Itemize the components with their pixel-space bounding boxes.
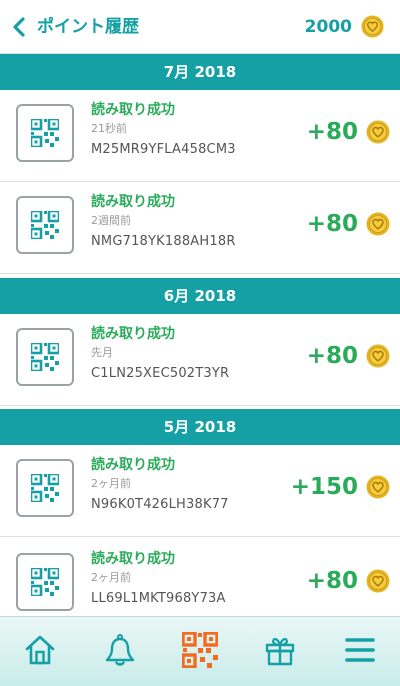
qr-code-thumbnail <box>16 553 74 611</box>
entry-title: 読み取り成功 <box>91 551 175 567</box>
qr-code-icon <box>31 343 59 371</box>
back-button[interactable] <box>10 16 28 38</box>
entry-points: +80 <box>306 343 358 369</box>
entry-code: LL69L1MKT968Y73A <box>91 591 226 606</box>
qr-code-icon <box>31 474 59 502</box>
entry-code: C1LN25XEC502T3YR <box>91 366 230 381</box>
entry-points: +80 <box>306 211 358 237</box>
gift-icon <box>265 637 295 666</box>
entry-code: NMG718YK188AH18R <box>91 234 236 249</box>
nav-menu[interactable] <box>320 617 400 686</box>
menu-icon <box>345 638 375 662</box>
qr-code-thumbnail <box>16 328 74 386</box>
coin-icon <box>366 344 390 368</box>
entry-code: M25MR9YFLA458CM3 <box>91 142 236 157</box>
history-item[interactable]: 読み取り成功 2ヶ月前 N96K0T426LH38K77 +150 <box>0 445 400 537</box>
history-item[interactable]: 読み取り成功 2週間前 NMG718YK188AH18R +80 <box>0 182 400 274</box>
nav-gifts[interactable] <box>240 617 320 686</box>
qr-code-icon <box>31 568 59 596</box>
entry-points: +80 <box>306 568 358 594</box>
qr-code-icon <box>182 632 218 668</box>
entry-title: 読み取り成功 <box>91 102 175 118</box>
entry-time: 先月 <box>91 346 113 359</box>
nav-notifications[interactable] <box>80 617 160 686</box>
history-item[interactable]: 読み取り成功 21秒前 M25MR9YFLA458CM3 +80 <box>0 90 400 182</box>
qr-code-thumbnail <box>16 196 74 254</box>
entry-time: 2ヶ月前 <box>91 477 131 490</box>
coin-icon <box>366 212 390 236</box>
home-icon <box>25 635 55 665</box>
entry-time: 21秒前 <box>91 122 127 135</box>
coin-icon <box>361 15 384 38</box>
month-header: 7月 2018 <box>0 54 400 90</box>
header: ポイント履歴 2000 <box>0 0 400 54</box>
page-title: ポイント履歴 <box>37 17 139 37</box>
entry-title: 読み取り成功 <box>91 457 175 473</box>
qr-code-thumbnail <box>16 459 74 517</box>
entry-time: 2週間前 <box>91 214 131 227</box>
entry-points: +150 <box>290 474 358 500</box>
nav-qr-scan[interactable] <box>160 617 240 686</box>
history-item[interactable]: 読み取り成功 先月 C1LN25XEC502T3YR +80 <box>0 314 400 406</box>
bottom-navigation <box>0 616 400 686</box>
chevron-left-icon <box>13 17 25 37</box>
coin-icon <box>366 120 390 144</box>
history-item[interactable]: 読み取り成功 2ヶ月前 LL69L1MKT968Y73A +80 <box>0 539 400 616</box>
entry-title: 読み取り成功 <box>91 326 175 342</box>
bell-icon <box>105 634 135 666</box>
points-balance: 2000 <box>304 17 352 37</box>
month-header: 6月 2018 <box>0 278 400 314</box>
entry-time: 2ヶ月前 <box>91 571 131 584</box>
coin-icon <box>366 475 390 499</box>
qr-code-icon <box>31 119 59 147</box>
coin-icon <box>366 569 390 593</box>
month-header: 5月 2018 <box>0 409 400 445</box>
entry-points: +80 <box>306 119 358 145</box>
point-history-screen: ポイント履歴 2000 7月 2018 読み取り成功 21秒前 M25MR9YF… <box>0 0 400 686</box>
history-list[interactable]: 7月 2018 読み取り成功 21秒前 M25MR9YFLA458CM3 +80… <box>0 54 400 616</box>
qr-code-thumbnail <box>16 104 74 162</box>
qr-code-icon <box>31 211 59 239</box>
entry-code: N96K0T426LH38K77 <box>91 497 229 512</box>
entry-title: 読み取り成功 <box>91 194 175 210</box>
nav-home[interactable] <box>0 617 80 686</box>
